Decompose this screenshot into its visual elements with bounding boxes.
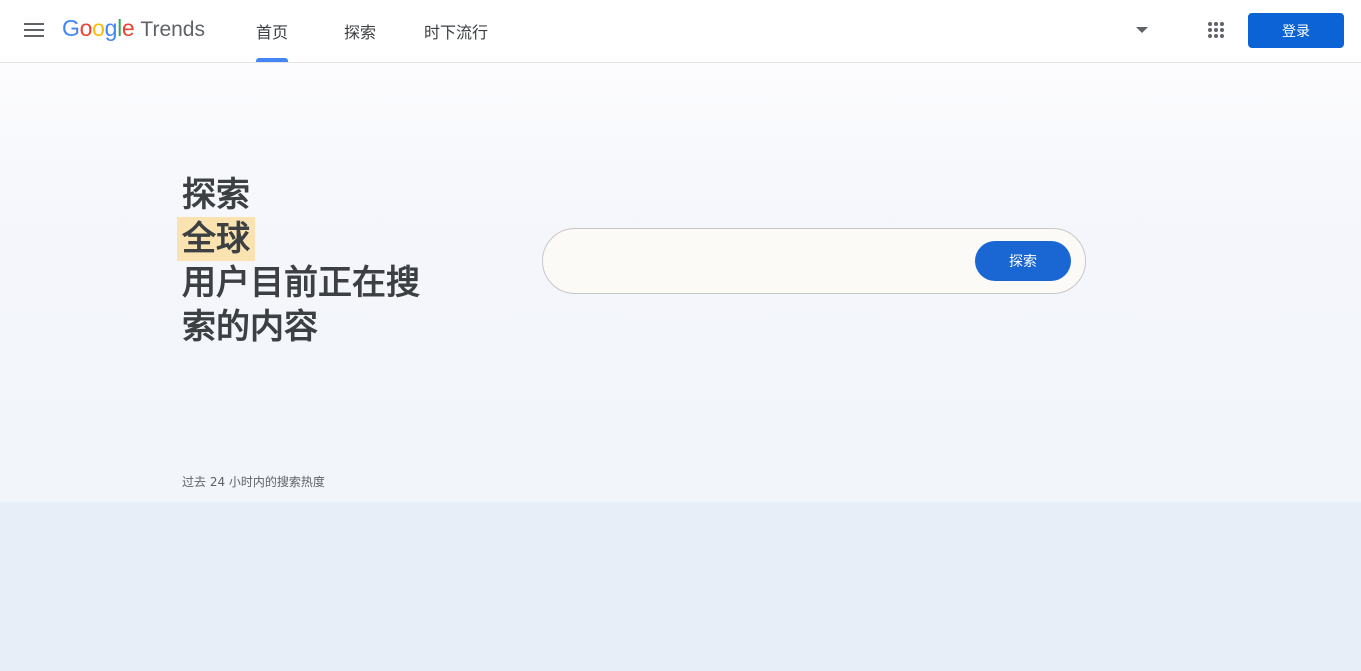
caret-down-icon (1136, 27, 1148, 33)
google-letter-3: g (104, 15, 118, 41)
search-input[interactable] (567, 243, 967, 279)
google-letter-5: e (121, 15, 135, 41)
google-letter-0: G (62, 15, 80, 41)
hero-section: 探索 全球 用户目前正在搜 索的内容 探索 过去 24 小时内的搜索热度 (0, 63, 1361, 502)
trends-wordmark: Trends (140, 18, 205, 41)
explore-search-button[interactable]: 探索 (975, 241, 1071, 281)
headline-line-4: 索的内容 (182, 307, 318, 347)
headline-highlight: 全球 (177, 217, 255, 261)
search-box: 探索 (542, 228, 1086, 294)
search-interest-caption: 过去 24 小时内的搜索热度 (182, 475, 325, 489)
tab-explore[interactable]: 探索 (344, 0, 376, 62)
google-apps-grid-icon (1208, 22, 1224, 38)
headline-line-1: 探索 (182, 175, 250, 215)
sign-in-button[interactable]: 登录 (1248, 13, 1344, 48)
headline-line-3: 用户目前正在搜 (182, 263, 420, 303)
hero-headline: 探索 全球 用户目前正在搜 索的内容 (177, 173, 462, 349)
tab-home[interactable]: 首页 (256, 0, 289, 62)
tab-trending-now-label: 时下流行 (424, 23, 489, 42)
google-letter-1: o (79, 15, 93, 41)
lower-content-area (0, 502, 1361, 671)
google-trends-logo[interactable]: Google Trends (62, 15, 205, 47)
google-apps-button[interactable] (1200, 14, 1232, 46)
active-tab-indicator (256, 58, 289, 62)
tab-home-label: 首页 (256, 23, 289, 42)
google-wordmark: Google (62, 15, 135, 42)
google-letter-2: o (92, 15, 105, 41)
tab-trending-now[interactable]: 时下流行 (424, 0, 488, 62)
top-app-bar: Google Trends 首页 探索 时下流行 登录 (0, 0, 1361, 63)
main-menu-button[interactable] (18, 14, 50, 46)
hamburger-menu-icon (24, 23, 44, 37)
language-dropdown[interactable] (1130, 18, 1154, 42)
tab-explore-label: 探索 (344, 23, 377, 42)
